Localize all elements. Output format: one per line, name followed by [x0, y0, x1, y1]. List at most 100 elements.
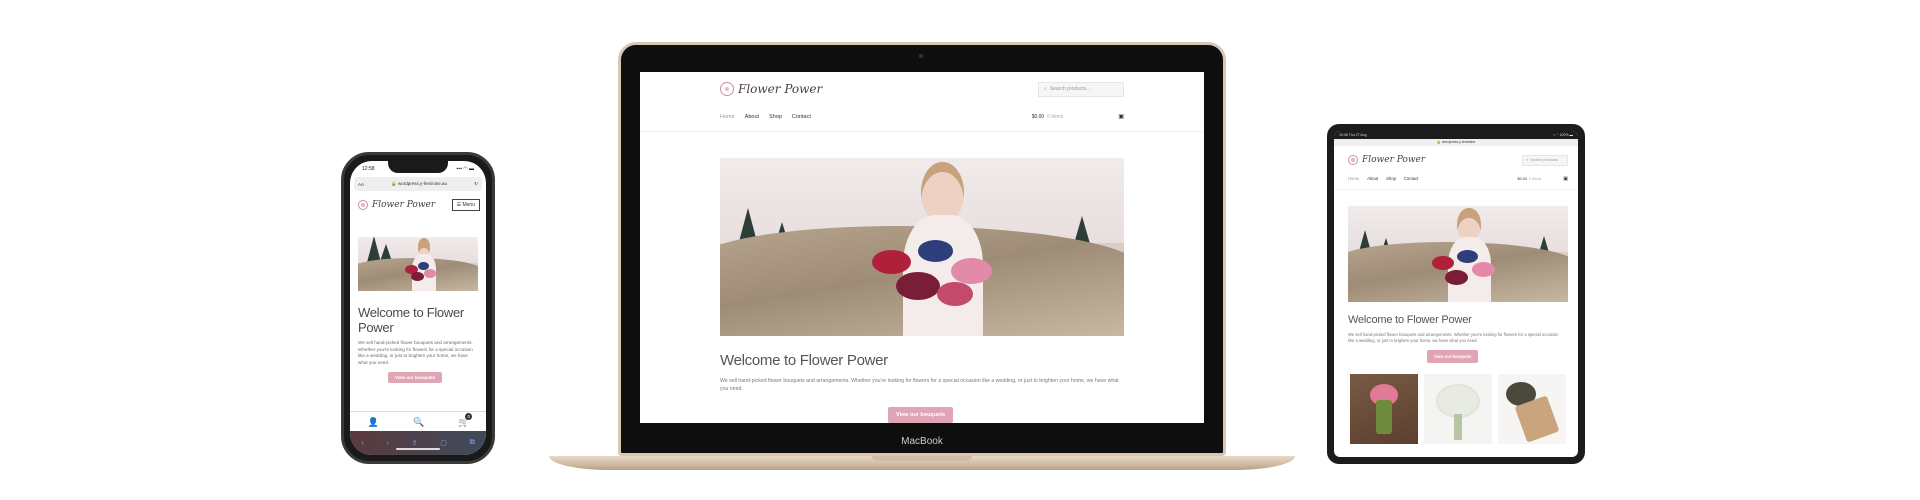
flower-shape — [1445, 269, 1468, 285]
site-logo[interactable]: Flower Power — [358, 200, 435, 210]
flower-shape — [1472, 261, 1495, 278]
product-card[interactable] — [1350, 374, 1418, 444]
product-card[interactable] — [1498, 374, 1566, 444]
laptop-brand-label: MacBook — [901, 436, 943, 447]
laptop-opening-notch — [872, 456, 972, 461]
hero-image — [1348, 206, 1568, 302]
bride-head — [920, 161, 964, 223]
header-cart[interactable]: $0.00 0 items ▣ — [1031, 113, 1124, 121]
flower-shape — [872, 249, 911, 274]
bookmarks-icon[interactable]: ▢ — [440, 439, 447, 447]
header-cart[interactable]: $0.00 0 items ▣ — [1518, 176, 1569, 182]
phone-tab-bar: 👤 🔍 🛒 0 — [350, 411, 486, 431]
share-icon[interactable]: ⇪ — [412, 439, 418, 447]
back-icon[interactable]: ‹ — [361, 440, 363, 447]
intro-text: We sell hand-picked flower bouquets and … — [1348, 332, 1559, 343]
phone-site-header: Flower Power ☰ Menu — [350, 191, 486, 217]
flower-shape — [1457, 250, 1479, 264]
basket-icon[interactable]: ▣ — [1563, 176, 1568, 182]
tablet-device: 10:36 Thu 27 Aug ▪ ◠ 100% ▬ 🔒 wordpress.… — [1327, 124, 1585, 464]
site-logo-text: Flower Power — [1362, 155, 1426, 165]
reload-icon[interactable]: ↻ — [474, 181, 478, 187]
laptop-base — [549, 456, 1295, 470]
nav-shop[interactable]: Shop — [769, 114, 782, 120]
flower-shape — [895, 271, 940, 300]
phone-screen: 12:58 ▪▪▪ ◠ ▬ AA 🔒 wordpress.y-feminine.… — [350, 161, 486, 455]
product-card[interactable] — [1424, 374, 1492, 444]
phone-url-text[interactable]: 🔒 wordpress.y-feminine.au — [391, 181, 447, 187]
hero-bouquet — [401, 261, 442, 291]
search-placeholder: Search products — [1530, 158, 1558, 162]
laptop-screen: Flower Power ⌕ Search products… Home Abo… — [640, 72, 1204, 423]
page-heading: Welcome to Flower Power — [720, 352, 888, 369]
phone-home-indicator[interactable] — [396, 448, 440, 450]
basket-icon[interactable]: ▣ — [1118, 113, 1124, 120]
device-mockup-stage: 12:58 ▪▪▪ ◠ ▬ AA 🔒 wordpress.y-feminine.… — [0, 0, 1920, 500]
search-input[interactable]: ⌕ Search products — [1522, 154, 1568, 166]
tabs-icon[interactable]: ⧉ — [470, 439, 475, 447]
nav-shop[interactable]: Shop — [1386, 176, 1396, 181]
cart-items: 0 items — [1047, 113, 1064, 120]
site-logo[interactable]: Flower Power — [720, 82, 822, 96]
stems-shape — [1454, 414, 1462, 440]
tablet-nav: Home About Shop Contact $0.00 0 items ▣ — [1334, 168, 1578, 190]
phone-notch — [388, 161, 448, 173]
nav-about[interactable]: About — [1367, 176, 1378, 181]
tablet-status-bar: 10:36 Thu 27 Aug ▪ ◠ 100% ▬ — [1334, 131, 1578, 139]
hero-image — [720, 158, 1124, 336]
intro-text: We sell hand-picked flower bouquets and … — [358, 340, 473, 365]
hero-image — [358, 237, 478, 291]
tablet-status-icons: ▪ ◠ 100% ▬ — [1553, 133, 1573, 137]
flower-logo-icon — [720, 82, 734, 96]
tablet-url-bar[interactable]: 🔒 wordpress.y-feminine — [1334, 139, 1578, 146]
phone-browser-toolbar: ‹ › ⇪ ▢ ⧉ — [350, 431, 486, 455]
nav-about[interactable]: About — [745, 114, 759, 120]
search-icon: ⌕ — [1526, 158, 1529, 162]
flower-logo-icon — [358, 200, 368, 210]
view-bouquets-button[interactable]: View our bouquets — [388, 372, 443, 383]
view-bouquets-button[interactable]: View our bouquets — [888, 407, 954, 423]
search-input[interactable]: ⌕ Search products… — [1038, 81, 1124, 97]
site-logo[interactable]: Flower Power — [1348, 155, 1425, 165]
laptop-lid: Flower Power ⌕ Search products… Home Abo… — [618, 42, 1226, 456]
cart-total: $0.00 — [1031, 113, 1045, 120]
flower-shape — [936, 281, 973, 306]
search-icon: ⌕ — [1044, 86, 1047, 92]
hero-bouquet — [865, 239, 1002, 336]
babys-breath-image — [1438, 386, 1478, 416]
flower-shape — [917, 239, 954, 262]
tablet-site-header: Flower Power ⌕ Search products — [1334, 146, 1578, 168]
nav-contact[interactable]: Contact — [792, 114, 811, 120]
primary-nav-links: Home About Shop Contact — [1348, 176, 1418, 181]
site-logo-text: Flower Power — [372, 200, 436, 210]
bride-head — [1457, 207, 1481, 241]
account-icon[interactable]: 👤 — [368, 417, 379, 427]
view-bouquets-button[interactable]: View our bouquets — [1427, 350, 1479, 363]
cart-items: 0 items — [1529, 176, 1542, 181]
nav-contact[interactable]: Contact — [1404, 176, 1418, 181]
cart-icon[interactable]: 🛒 0 — [458, 412, 473, 427]
forward-icon[interactable]: › — [386, 440, 388, 447]
phone-url-bar[interactable]: AA 🔒 wordpress.y-feminine.au ↻ — [354, 177, 482, 191]
phone-status-time: 12:58 — [362, 166, 375, 172]
tablet-status-time: 10:36 Thu 27 Aug — [1339, 133, 1367, 137]
stems-shape — [1376, 400, 1392, 434]
phone-status-icons: ▪▪▪ ◠ ▬ — [456, 166, 474, 172]
flower-shape — [950, 257, 992, 284]
menu-button[interactable]: ☰ Menu — [451, 199, 480, 211]
cart-count-badge: 0 — [465, 412, 473, 420]
search-icon[interactable]: 🔍 — [413, 417, 424, 427]
flower-shape — [423, 269, 436, 279]
flower-shape — [411, 272, 424, 282]
search-placeholder: Search products… — [1049, 86, 1092, 92]
laptop-site-header: Flower Power ⌕ Search products… — [640, 72, 1204, 102]
flower-shape — [1431, 255, 1455, 270]
page-heading: Welcome to Flower Power — [1348, 314, 1472, 326]
nav-home[interactable]: Home — [720, 114, 735, 120]
phone-device: 12:58 ▪▪▪ ◠ ▬ AA 🔒 wordpress.y-feminine.… — [341, 152, 495, 464]
flower-logo-icon — [1348, 155, 1358, 165]
tablet-screen: 10:36 Thu 27 Aug ▪ ◠ 100% ▬ 🔒 wordpress.… — [1334, 131, 1578, 457]
page-heading: Welcome to Flower Power — [358, 305, 464, 335]
nav-home[interactable]: Home — [1348, 176, 1359, 181]
reader-mode-button[interactable]: AA — [358, 182, 364, 187]
